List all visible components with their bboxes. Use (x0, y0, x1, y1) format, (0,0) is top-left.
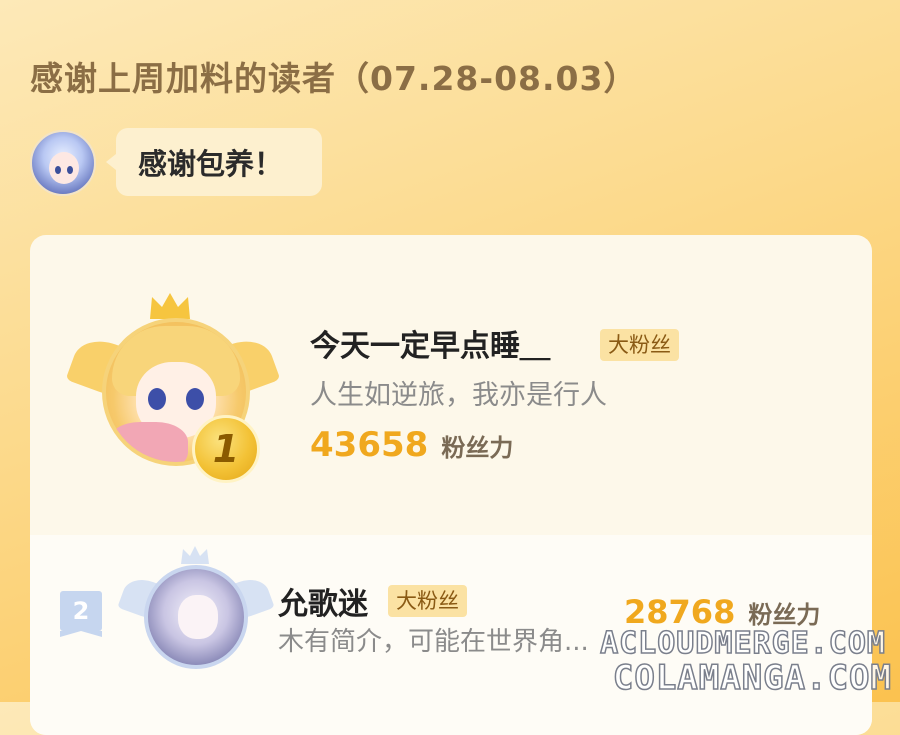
rank2-badge: 2 (60, 591, 102, 637)
crown-icon (150, 293, 190, 319)
rank1-badge: 1 (192, 415, 260, 483)
rank1-name[interactable]: 今天一定早点睡＿ (310, 321, 550, 365)
watermark-line2: COLAMANGA.COM (612, 657, 892, 699)
rank1-score-label: 粉丝力 (441, 434, 514, 462)
rank2-bio: 木有简介，可能在世界角... (278, 627, 589, 657)
rank1-score: 43658 粉丝力 (310, 425, 513, 465)
rank1-fan-tag: 大粉丝 (600, 329, 679, 361)
watermark-line1: ACLOUDMERGE.COM (599, 625, 886, 662)
rank1-bio: 人生如逆旅，我亦是行人 (310, 380, 607, 411)
rank2-score-label: 粉丝力 (748, 601, 821, 629)
thanks-bubble: 感谢包养！ (106, 128, 322, 196)
rank2-avatar[interactable] (144, 565, 248, 669)
rank2-name[interactable]: 允歌迷 (278, 579, 368, 623)
host-avatar (30, 130, 96, 196)
rank2-fan-tag: 大粉丝 (388, 585, 467, 617)
crown-icon (181, 546, 209, 564)
page-title: 感谢上周加料的读者（07.28-08.03） (30, 59, 638, 98)
rank1-score-value: 43658 (310, 425, 429, 465)
